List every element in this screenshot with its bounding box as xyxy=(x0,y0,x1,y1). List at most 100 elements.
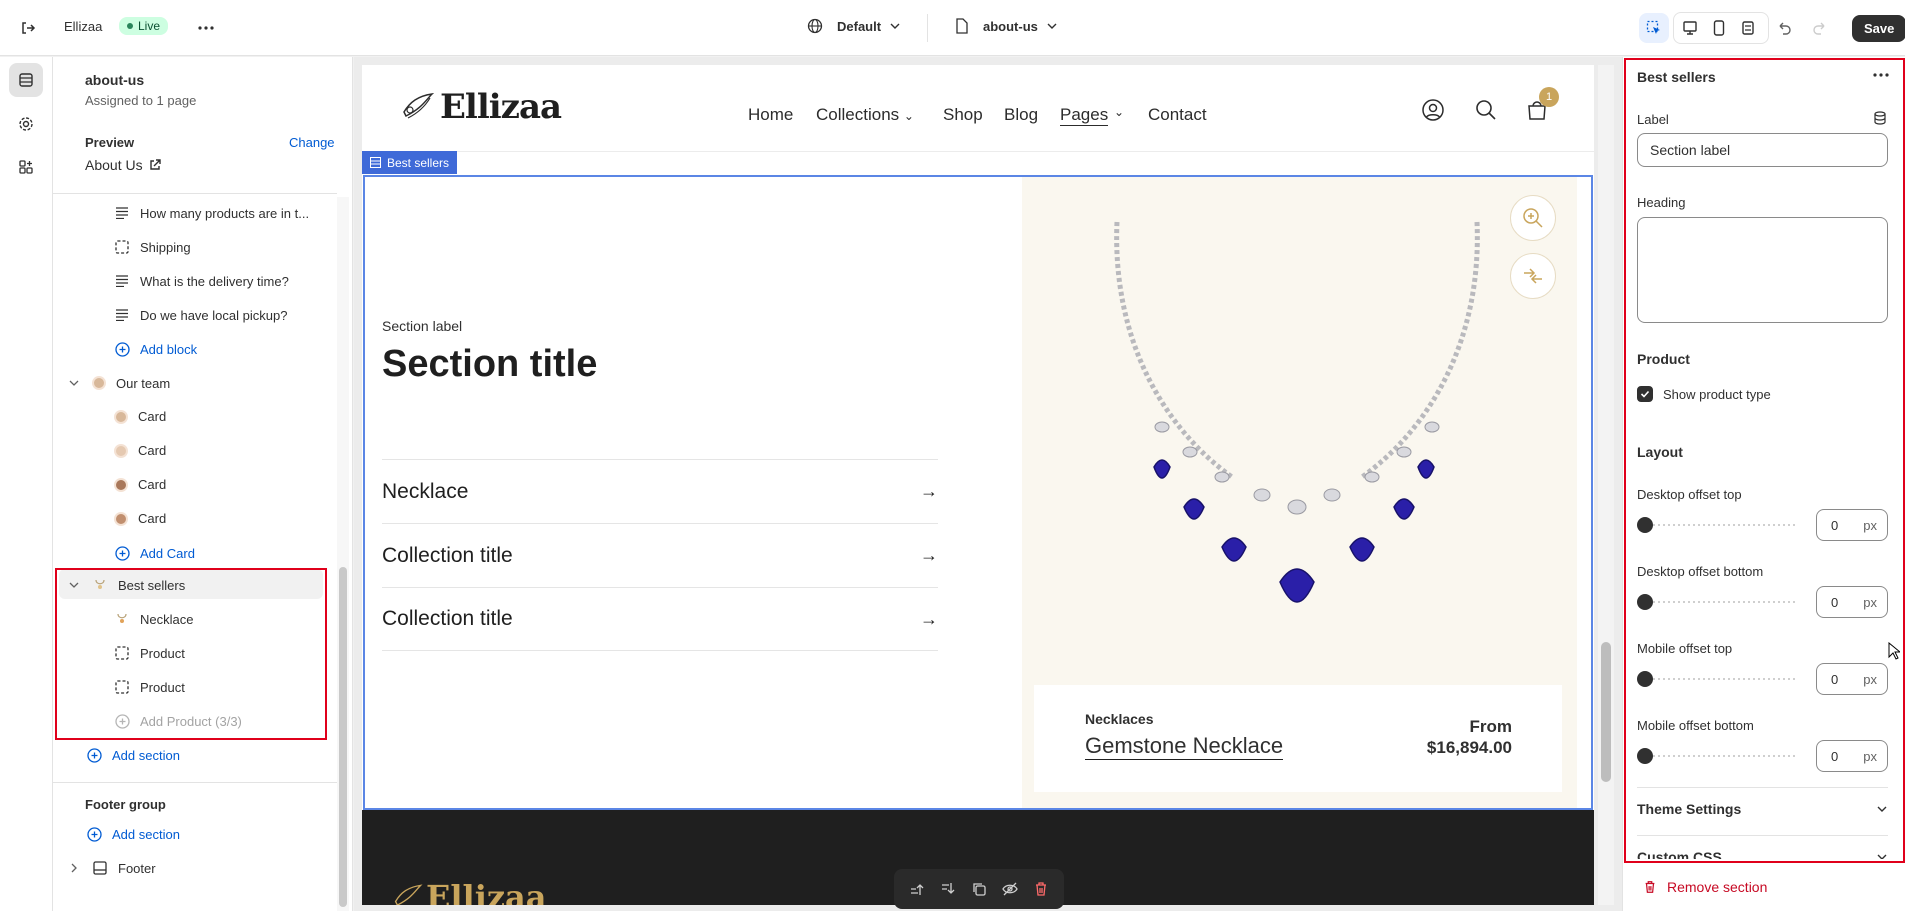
tree-row-label: What is the delivery time? xyxy=(140,273,289,289)
top-bar: Ellizaa Live Default about-us Save xyxy=(0,0,1905,56)
add-block-button[interactable]: Add block xyxy=(114,341,197,357)
text-lines-icon xyxy=(114,273,130,289)
account-icon[interactable] xyxy=(1422,99,1444,121)
add-section-button[interactable]: Add section xyxy=(86,747,180,763)
chevron-down-icon xyxy=(66,375,82,391)
preview-canvas: Ellizaa Home Collections ⌄ Shop Blog Pag… xyxy=(354,57,1622,911)
section-toolbar xyxy=(894,869,1064,909)
card-avatar-icon xyxy=(114,409,128,424)
move-down-icon[interactable] xyxy=(940,881,956,897)
assigned-text: Assigned to 1 page xyxy=(85,93,197,108)
save-button[interactable]: Save xyxy=(1852,15,1905,42)
chevron-down-icon: ⌄ xyxy=(1114,105,1125,119)
footer-add-section-button[interactable]: Add section xyxy=(86,826,180,842)
trash-icon xyxy=(1645,881,1655,893)
nav-contact[interactable]: Contact xyxy=(1148,105,1207,125)
status-badge: Live xyxy=(119,17,169,35)
apps-icon[interactable] xyxy=(9,150,43,184)
delete-trash-icon[interactable] xyxy=(1033,881,1049,897)
store-name[interactable]: Ellizaa xyxy=(64,19,102,34)
live-dot-icon xyxy=(127,23,133,29)
page-select[interactable]: about-us xyxy=(955,18,1058,34)
team-avatar-icon xyxy=(92,376,106,390)
card-row[interactable]: Card xyxy=(114,477,166,492)
cart-count-badge: 1 xyxy=(1539,87,1559,107)
page-icon xyxy=(956,18,968,34)
card-avatar-icon xyxy=(114,477,128,492)
our-team-section-row[interactable]: Our team xyxy=(66,375,170,391)
redo-icon[interactable] xyxy=(1805,13,1835,43)
card-row[interactable]: Card xyxy=(114,443,166,458)
preview-scrollbar-thumb[interactable] xyxy=(1601,642,1611,782)
divider xyxy=(53,193,337,194)
nav-shop[interactable]: Shop xyxy=(943,105,983,125)
desktop-icon[interactable] xyxy=(1675,13,1705,43)
sections-icon[interactable] xyxy=(9,63,43,97)
move-up-icon[interactable] xyxy=(909,881,925,897)
card-row[interactable]: Card xyxy=(114,409,166,424)
tree-row-label: Card xyxy=(138,477,167,492)
hide-eye-icon[interactable] xyxy=(1002,881,1018,897)
tree-row-label: Do we have local pickup? xyxy=(140,307,288,323)
section-tag[interactable]: Best sellers xyxy=(362,151,458,174)
section-sidebar: about-us Assigned to 1 page Preview Chan… xyxy=(53,57,353,911)
settings-gear-icon[interactable] xyxy=(9,107,43,141)
pickup-block-row[interactable]: Do we have local pickup? xyxy=(114,307,287,323)
nav-blog[interactable]: Blog xyxy=(1004,105,1038,125)
shipping-block-row[interactable]: Shipping xyxy=(114,239,191,255)
plus-circle-icon xyxy=(86,747,102,763)
card-avatar-icon xyxy=(114,511,128,526)
left-rail xyxy=(0,57,53,911)
tree-row-label: Card xyxy=(138,443,167,458)
chevron-down-icon: ⌄ xyxy=(903,109,914,123)
plus-circle-icon xyxy=(86,826,102,842)
store-logo[interactable]: Ellizaa xyxy=(400,87,562,127)
chevron-down-icon xyxy=(890,23,900,29)
footer-layout-icon xyxy=(92,860,108,876)
duplicate-icon[interactable] xyxy=(971,881,987,897)
tree-row-label: Footer xyxy=(118,860,156,876)
divider xyxy=(53,782,337,783)
card-avatar-icon xyxy=(114,443,128,458)
theme-select[interactable]: Default xyxy=(807,18,901,34)
faq-block-row[interactable]: How many products are in t... xyxy=(114,205,309,221)
nav-collections[interactable]: Collections ⌄ xyxy=(816,105,914,125)
nav-home[interactable]: Home xyxy=(748,105,793,125)
selected-section-outline xyxy=(363,175,1593,810)
tree-row-label: Our team xyxy=(116,375,171,391)
exit-icon[interactable] xyxy=(13,13,43,43)
logo-mark-icon xyxy=(403,92,435,119)
preview-page-link[interactable]: About Us xyxy=(85,157,161,173)
highlight-box xyxy=(55,568,327,740)
logo-mark-icon xyxy=(394,884,423,905)
chevron-right-icon xyxy=(66,860,82,876)
header-divider xyxy=(362,151,1594,152)
chevron-down-icon xyxy=(1047,23,1057,29)
add-card-button[interactable]: Add Card xyxy=(114,545,195,561)
external-link-icon xyxy=(149,159,161,170)
fullscreen-icon[interactable] xyxy=(1733,13,1763,43)
card-row[interactable]: Card xyxy=(114,511,166,526)
remove-section-button[interactable]: Remove section xyxy=(1643,879,1767,895)
sidebar-scrollbar-thumb[interactable] xyxy=(339,567,347,907)
change-link[interactable]: Change xyxy=(289,135,335,150)
inspector-icon[interactable] xyxy=(1639,13,1669,43)
mouse-cursor-icon xyxy=(1888,642,1900,660)
tree-row-label: Shipping xyxy=(140,239,191,255)
plus-circle-icon xyxy=(114,545,130,561)
footer-section-row[interactable]: Footer xyxy=(66,860,156,876)
mobile-icon[interactable] xyxy=(1704,13,1734,43)
tree-row-label: Card xyxy=(138,409,167,424)
more-options-icon[interactable] xyxy=(191,13,221,43)
tree-row-label: Card xyxy=(138,511,167,526)
settings-panel: Best sellers Label Section label Heading… xyxy=(1622,57,1905,911)
undo-icon[interactable] xyxy=(1769,13,1799,43)
preview-label: Preview xyxy=(85,135,135,150)
search-icon[interactable] xyxy=(1475,99,1497,121)
plus-circle-icon xyxy=(114,341,130,357)
footer-logo: Ellizaa xyxy=(392,878,547,905)
divider xyxy=(927,14,928,42)
nav-pages[interactable]: Pages xyxy=(1060,105,1109,126)
storefront-preview: Ellizaa Home Collections ⌄ Shop Blog Pag… xyxy=(362,65,1594,905)
delivery-block-row[interactable]: What is the delivery time? xyxy=(114,273,289,289)
